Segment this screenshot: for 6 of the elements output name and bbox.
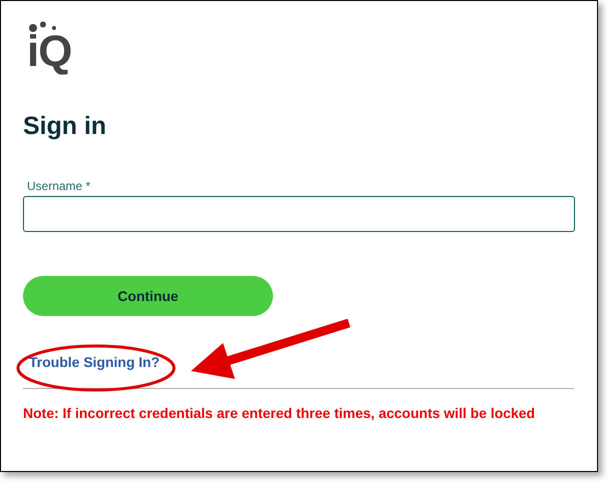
continue-button[interactable]: Continue [23, 276, 273, 316]
page-title: Sign in [23, 111, 108, 141]
dots-icon [27, 21, 59, 33]
username-field[interactable] [23, 196, 575, 232]
warning-note: Note: If incorrect credentials are entered three times, accounts will be locked [23, 405, 536, 421]
field-label: Username * [27, 179, 92, 193]
